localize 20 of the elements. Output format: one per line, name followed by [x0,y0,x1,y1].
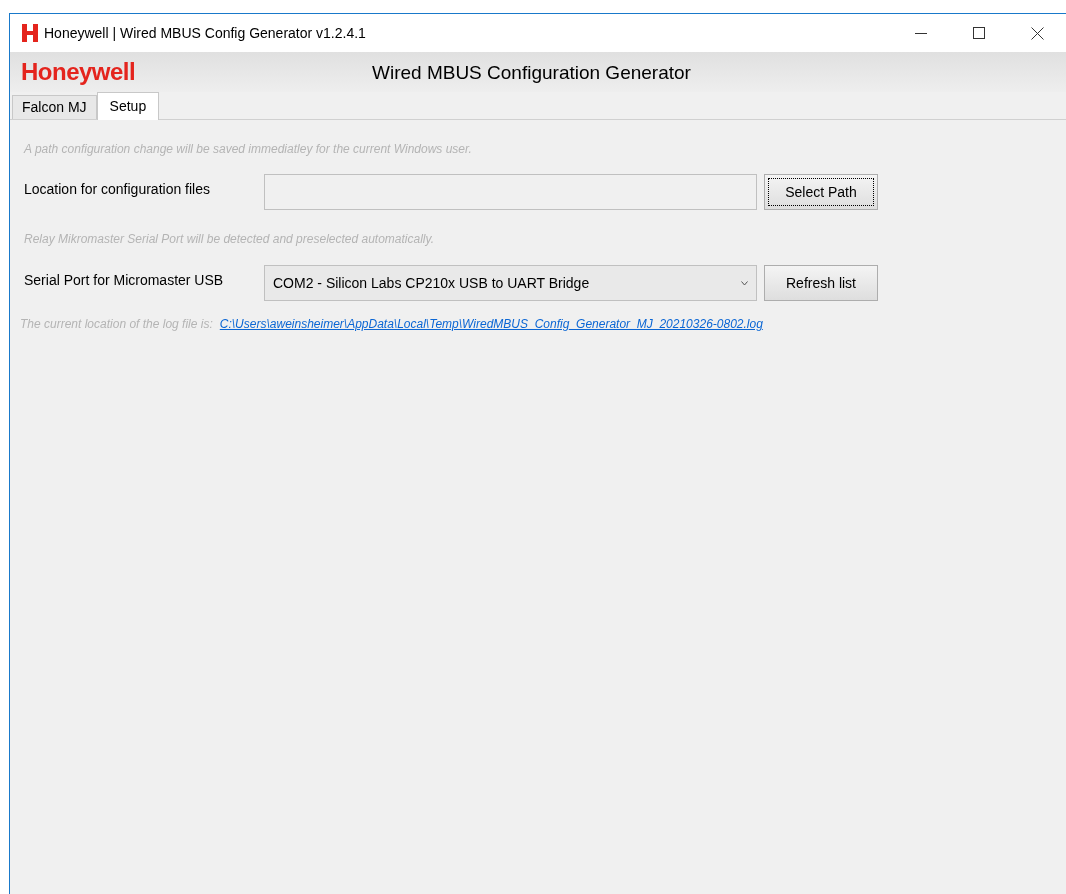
port-dropdown[interactable]: COM2 - Silicon Labs CP210x USB to UART Bridge [264,265,757,301]
tab[interactable]: Setup [96,92,160,120]
window-title: Honeywell | Wired MBUS Config Generator v1.2.4.1 [44,23,366,43]
push-button[interactable]: Select Path [764,174,878,210]
chevron-down-icon [741,280,748,286]
push-button[interactable]: Refresh list [764,265,878,301]
log-location-label: The current location of the log file is: [20,316,213,333]
minimize-icon [915,32,927,34]
log-file-link[interactable]: C:\Users\aweinsheimer\AppData\Local\Temp\WiredMBUS_Config_Generator_MJ_20210326-0802.log [219,315,763,333]
maximize-icon [973,27,985,39]
hint-text: A path configuration change will be saved immediatley for the current Windows user. [24,141,473,158]
tab[interactable]: Falcon MJ [12,95,97,119]
field-label: Serial Port for Micromaster USB [24,270,225,290]
brand-logo: Honeywell [21,57,136,87]
field-label: Location for configuration files [24,179,211,199]
logo-icon [22,24,38,42]
path-field[interactable] [264,174,757,210]
hint-text: Relay Mikromaster Serial Port will be detected and preselected automatically. [24,231,435,248]
close-icon [1030,26,1044,40]
app-title: Wired MBUS Configuration Generator [372,61,691,85]
